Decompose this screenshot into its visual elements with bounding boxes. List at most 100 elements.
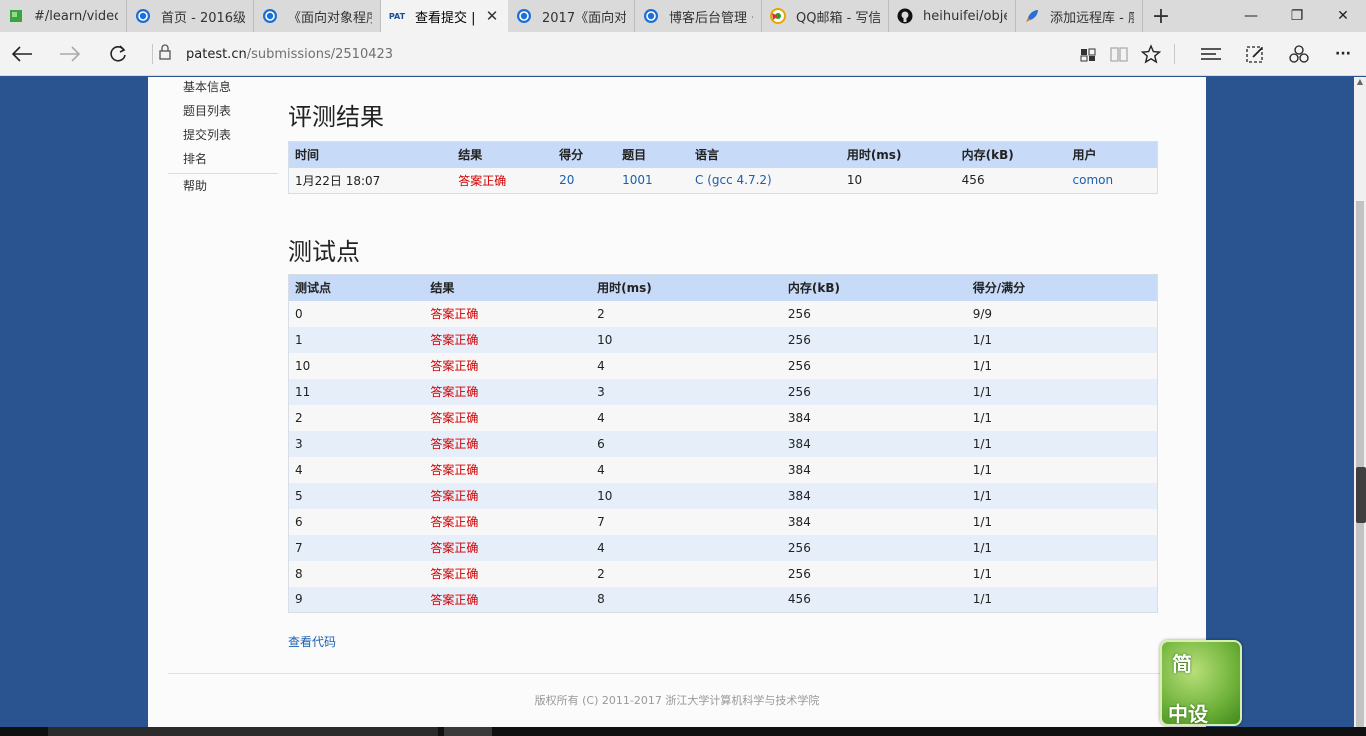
testcase-result: 答案正确 [424,456,592,483]
testcase-result: 答案正确 [424,352,592,379]
web-note-button[interactable] [1239,38,1271,70]
pat-icon: PAT [388,11,406,21]
browser-tab[interactable]: 首页 - 2016级计 [127,0,254,32]
column-header: 用时(ms) [840,141,956,168]
testcase-id: 11 [288,378,425,405]
window-controls: — ❐ ✕ [1228,0,1366,32]
hub-button[interactable] [1195,38,1227,70]
testcase-time: 6 [591,430,782,457]
submission-score-link[interactable]: 20 [553,167,617,194]
testcase-result: 答案正确 [424,326,592,353]
testcase-memory: 256 [781,326,967,353]
problem-link[interactable]: 1001 [616,167,689,194]
sidebar-item-submissions[interactable]: 提交列表 [168,125,278,149]
testcase-score: 1/1 [966,560,1158,587]
testcase-row: 3 答案正确 6 384 1/1 [288,430,1158,457]
refresh-button[interactable] [102,38,134,70]
testcase-id: 7 [288,534,425,561]
tab-strip: #/learn/video? 首页 - 2016级计 《面向对象程序 PAT 查… [0,0,1366,32]
back-button[interactable] [6,38,38,70]
column-header: 得分 [553,141,617,168]
testcase-time: 4 [591,352,782,379]
new-tab-button[interactable]: + [1143,0,1179,32]
tab-title: 添加远程库 - 廖 [1050,10,1134,26]
testcase-row: 9 答案正确 8 456 1/1 [288,586,1158,613]
toolbar-divider [1174,44,1175,64]
testcase-time: 7 [591,508,782,535]
testcase-time: 2 [591,300,782,327]
browser-tab[interactable]: heihuifei/objec [889,0,1016,32]
share-button[interactable] [1283,38,1315,70]
page-viewport: 基本信息 题目列表 提交列表 排名 帮助 评测结果 时间 结果 得分 题目 语言… [0,77,1354,727]
browser-tab[interactable]: 2017《面向对象 [508,0,635,32]
browser-tab[interactable]: #/learn/video? [0,0,127,32]
column-header: 内存(kB) [781,274,967,301]
testcase-id: 8 [288,560,425,587]
testcase-score: 1/1 [966,586,1158,613]
sidebar-item-help[interactable]: 帮助 [168,176,278,200]
refresh-icon [110,45,126,62]
scrollbar-grip[interactable] [1356,467,1366,523]
user-link[interactable]: comon [1066,167,1158,194]
sidebar-item-basic-info[interactable]: 基本信息 [168,77,278,101]
browser-tab-active[interactable]: PAT 查看提交 | ✕ [381,0,508,32]
scroll-up-icon[interactable]: ▲ [1354,77,1366,89]
edge-compat-icon [643,8,659,24]
column-header: 得分/满分 [966,274,1158,301]
column-header: 用户 [1066,141,1158,168]
submission-memory: 456 [955,167,1067,194]
browser-tab[interactable]: QQ邮箱 - 写信 [762,0,889,32]
testcase-memory: 256 [781,534,967,561]
favorite-button[interactable] [1135,38,1167,70]
page-container: 基本信息 题目列表 提交列表 排名 帮助 评测结果 时间 结果 得分 题目 语言… [148,77,1206,727]
extension-button[interactable] [1072,38,1104,70]
ime-status-badge[interactable]: 简 中设 [1160,640,1242,726]
testcase-time: 4 [591,534,782,561]
close-window-button[interactable]: ✕ [1320,0,1366,32]
column-header: 结果 [424,274,592,301]
page-scrollbar[interactable]: ▲ [1354,77,1366,727]
testcase-time: 10 [591,482,782,509]
tab-title: 首页 - 2016级计 [161,10,245,26]
tab-title: 博客后台管理 · [669,10,753,26]
forward-button[interactable] [54,38,86,70]
footer-copyright: 版权所有 (C) 2011-2017 浙江大学计算机科学与技术学院 [534,694,820,707]
taskbar-item[interactable] [444,727,492,736]
testcase-result: 答案正确 [424,560,592,587]
sidebar-item-ranking[interactable]: 排名 [168,149,278,173]
sidebar-item-problems[interactable]: 题目列表 [168,101,278,125]
testcase-score: 1/1 [966,352,1158,379]
share-icon [1289,45,1309,63]
address-bar[interactable]: patest.cn/submissions/2510423 [158,38,393,70]
more-menu-button[interactable]: ··· [1327,38,1359,70]
browser-tab[interactable]: 添加远程库 - 廖 [1016,0,1143,32]
submission-time: 1月22日 18:07 [288,167,453,194]
testcase-memory: 456 [781,586,967,613]
testcase-time: 3 [591,378,782,405]
minimize-button[interactable]: — [1228,0,1274,32]
testcase-time: 8 [591,586,782,613]
testcase-row: 1 答案正确 10 256 1/1 [288,326,1158,353]
scrollbar-thumb[interactable] [1356,201,1364,727]
testcase-time: 2 [591,560,782,587]
taskbar-item[interactable] [48,727,438,736]
testcase-memory: 384 [781,404,967,431]
hub-lines-icon [1201,48,1221,60]
browser-tab[interactable]: 《面向对象程序 [254,0,381,32]
language-link[interactable]: C (gcc 4.7.2) [689,167,841,194]
forward-arrow-icon [60,46,81,62]
view-code-link[interactable]: 查看代码 [288,633,336,650]
browser-tab[interactable]: 博客后台管理 · [635,0,762,32]
tab-title: 查看提交 | [415,10,476,26]
result-header-row: 时间 结果 得分 题目 语言 用时(ms) 内存(kB) 用户 [288,141,1158,168]
testcase-score: 1/1 [966,430,1158,457]
reading-view-button[interactable] [1103,38,1135,70]
restore-button[interactable]: ❐ [1274,0,1320,32]
column-header: 内存(kB) [955,141,1067,168]
testcase-score: 1/1 [966,326,1158,353]
testcase-id: 1 [288,326,425,353]
close-tab-icon[interactable]: ✕ [485,7,499,25]
column-header: 用时(ms) [591,274,782,301]
address-toolbar: patest.cn/submissions/2510423 ··· [0,32,1366,76]
testcase-id: 3 [288,430,425,457]
